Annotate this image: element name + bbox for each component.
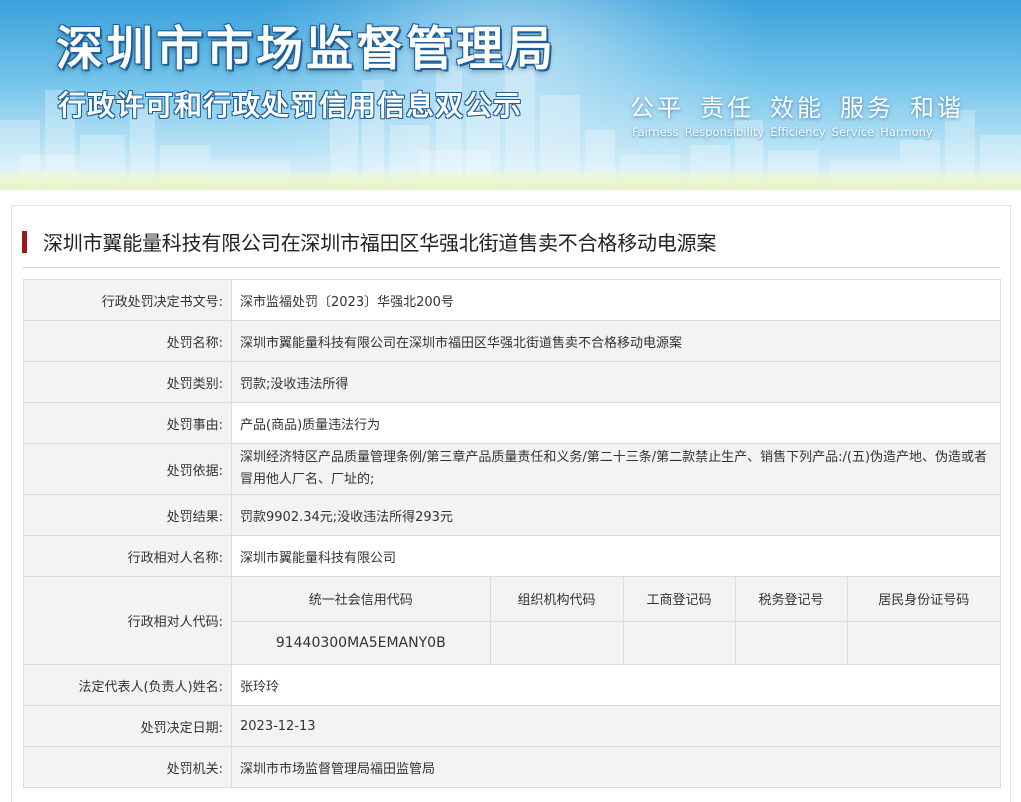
code-header: 统一社会信用代码 (232, 577, 490, 622)
row-decision-no: 行政处罚决定书文号: 深市监福处罚〔2023〕华强北200号 (23, 279, 1001, 321)
field-value-penalty-result: 罚款9902.34元;没收违法所得293元 (231, 494, 1001, 536)
party-code-table: 统一社会信用代码 组织机构代码 工商登记码 税务登记号 居民身份证号码 9144… (232, 577, 1000, 664)
row-party-name: 行政相对人名称: 深圳市翼能量科技有限公司 (23, 535, 1001, 577)
motto-word: 和谐 (910, 94, 964, 122)
header-banner: 深圳市市场监督管理局 行政许可和行政处罚信用信息双公示 公平 责任 效能 服务 … (0, 0, 1021, 190)
field-value-penalty-basis: 深圳经济特区产品质量管理条例/第三章产品质量责任和义务/第二十三条/第二款禁止生… (231, 443, 1001, 495)
field-value-party-name: 深圳市翼能量科技有限公司 (231, 535, 1001, 577)
code-header: 组织机构代码 (489, 577, 623, 622)
id-number-value (846, 621, 1000, 664)
motto-word: 服务 (840, 94, 894, 122)
field-label: 法定代表人(负责人)姓名: (23, 664, 232, 706)
row-penalty-type: 处罚类别: 罚款;没收违法所得 (23, 361, 1001, 403)
row-penalty-basis: 处罚依据: 深圳经济特区产品质量管理条例/第三章产品质量责任和义务/第二十三条/… (23, 443, 1001, 495)
motto-word-en: Responsibility (684, 125, 765, 139)
case-detail-panel: 深圳市翼能量科技有限公司在深圳市福田区华强北街道售卖不合格移动电源案 行政处罚决… (11, 205, 1011, 802)
motto-word-en: Service (831, 125, 875, 139)
field-label: 行政相对人名称: (23, 535, 232, 577)
field-label: 处罚依据: (23, 443, 232, 495)
motto-word-en: Efficiency (770, 125, 826, 139)
field-value-penalty-name: 深圳市翼能量科技有限公司在深圳市福田区华强北街道售卖不合格移动电源案 (231, 320, 1001, 362)
case-title: 深圳市翼能量科技有限公司在深圳市福田区华强北街道售卖不合格移动电源案 (43, 231, 717, 255)
row-penalty-name: 处罚名称: 深圳市翼能量科技有限公司在深圳市福田区华强北街道售卖不合格移动电源案 (23, 320, 1001, 362)
field-label: 处罚机关: (23, 746, 232, 788)
site-subtitle: 行政许可和行政处罚信用信息双公示 (58, 89, 523, 122)
motto-english: Fairness Responsibility Efficiency Servi… (632, 125, 990, 139)
code-header-row: 统一社会信用代码 组织机构代码 工商登记码 税务登记号 居民身份证号码 (232, 577, 1000, 622)
row-decision-date: 处罚决定日期: 2023-12-13 (23, 705, 1001, 747)
field-value-decision-no: 深市监福处罚〔2023〕华强北200号 (231, 279, 1001, 321)
code-header: 工商登记码 (622, 577, 735, 622)
row-penalty-reason: 处罚事由: 产品(商品)质量违法行为 (23, 402, 1001, 444)
field-label: 处罚结果: (23, 494, 232, 536)
field-label: 处罚名称: (23, 320, 232, 362)
row-penalty-result: 处罚结果: 罚款9902.34元;没收违法所得293元 (23, 494, 1001, 536)
credit-code-value: 91440300MA5EMANY0B (232, 621, 490, 664)
banner-ground (0, 172, 1021, 190)
tax-reg-value (734, 621, 847, 664)
motto-word: 公平 (630, 94, 684, 122)
heading-accent-bar (22, 231, 27, 253)
motto-word-en: Fairness (632, 125, 679, 139)
code-header: 税务登记号 (734, 577, 847, 622)
motto-chinese: 公平 责任 效能 服务 和谐 (630, 88, 990, 123)
field-value-decision-date: 2023-12-13 (231, 705, 1001, 747)
field-label: 处罚事由: (23, 402, 232, 444)
code-value-row: 91440300MA5EMANY0B (232, 621, 1000, 664)
row-legal-rep: 法定代表人(负责人)姓名: 张玲玲 (23, 664, 1001, 706)
party-code-cell: 统一社会信用代码 组织机构代码 工商登记码 税务登记号 居民身份证号码 9144… (231, 576, 1001, 665)
field-value-penalty-type: 罚款;没收违法所得 (231, 361, 1001, 403)
field-value-penalty-reason: 产品(商品)质量违法行为 (231, 402, 1001, 444)
field-label: 行政相对人代码: (23, 576, 232, 665)
row-authority: 处罚机关: 深圳市市场监督管理局福田监管局 (23, 746, 1001, 788)
field-label: 行政处罚决定书文号: (23, 279, 232, 321)
case-heading: 深圳市翼能量科技有限公司在深圳市福田区华强北街道售卖不合格移动电源案 (22, 224, 1000, 268)
code-header: 居民身份证号码 (846, 577, 1000, 622)
field-value-authority: 深圳市市场监督管理局福田监管局 (231, 746, 1001, 788)
motto: 公平 责任 效能 服务 和谐 Fairness Responsibility E… (630, 88, 990, 139)
field-label: 处罚决定日期: (23, 705, 232, 747)
business-reg-value (622, 621, 735, 664)
motto-word: 效能 (770, 94, 824, 122)
field-label: 处罚类别: (23, 361, 232, 403)
site-title: 深圳市市场监督管理局 (56, 22, 556, 77)
field-value-legal-rep: 张玲玲 (231, 664, 1001, 706)
motto-word-en: Harmony (880, 125, 933, 139)
row-party-code: 行政相对人代码: 统一社会信用代码 组织机构代码 工商登记码 税务登记号 居民身… (23, 576, 1001, 665)
case-info-table: 行政处罚决定书文号: 深市监福处罚〔2023〕华强北200号 处罚名称: 深圳市… (23, 279, 1001, 788)
org-code-value (489, 621, 623, 664)
motto-word: 责任 (700, 94, 754, 122)
